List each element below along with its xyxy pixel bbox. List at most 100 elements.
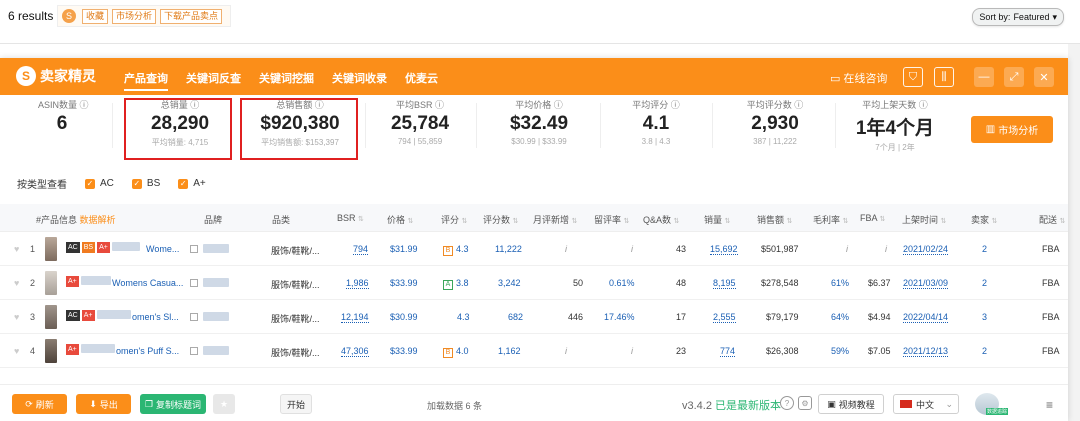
star-button[interactable]: ★ (213, 394, 235, 414)
th-reviews[interactable]: 评分数 ⇅ (483, 213, 518, 226)
nav-keyword-reverse[interactable]: 关键词反查 (186, 70, 241, 86)
th-category: 品类 (272, 215, 291, 225)
filter-aplus-checkbox[interactable]: ✓ A+ (178, 178, 206, 189)
refresh-button[interactable]: ⟳ 刷新 (12, 394, 67, 414)
product-thumbnail[interactable] (45, 339, 57, 363)
sort-select[interactable]: Sort by: Featured ▾ (972, 8, 1064, 26)
online-consult[interactable]: ▭ 在线咨询 (830, 70, 887, 86)
scrollbar[interactable] (1068, 44, 1080, 421)
video-tutorial-button[interactable]: ▣ 视频教程 (818, 394, 884, 414)
sales[interactable]: 2,555 (713, 312, 736, 323)
settings-sliders-icon[interactable]: ⫼ (934, 67, 954, 87)
th-shipping[interactable]: 配送 ⇅ (1039, 213, 1065, 226)
table-row[interactable]: ♥ 4 A+ omen's Puff S... 服饰/鞋靴/... 47,306… (0, 334, 1068, 368)
th-label: 配送 (1039, 215, 1058, 225)
th-sales[interactable]: 销量 ⇅ (704, 213, 730, 226)
stat-sub: 3.8 | 4.3 (641, 137, 671, 146)
expand-icon[interactable]: ⤢ (1004, 67, 1024, 87)
nav-keyword-mining[interactable]: 关键词挖掘 (259, 70, 314, 86)
th-qa[interactable]: Q&A数 ⇅ (643, 213, 679, 226)
sales[interactable]: 774 (720, 346, 736, 357)
listed-date[interactable]: 2022/04/14 (903, 312, 949, 323)
sort-icon: ⇅ (571, 218, 578, 225)
margin: 59% (831, 346, 850, 356)
tag-download-selling-points[interactable]: 下载产品卖点 (160, 8, 223, 24)
th-listed[interactable]: 上架时间 ⇅ (902, 213, 946, 226)
help-icon[interactable]: ? (780, 396, 794, 410)
shipping: FBA (1042, 346, 1060, 356)
th-margin[interactable]: 毛利率 ⇅ (813, 213, 848, 226)
type-filter: 按类型查看 ✓ AC ✓ BS ✓ A+ (17, 176, 206, 191)
reviews: 11,222 (495, 244, 522, 254)
th-bsr[interactable]: BSR ⇅ (337, 213, 364, 223)
product-thumbnail[interactable] (45, 271, 57, 295)
listed-date[interactable]: 2021/02/24 (903, 244, 949, 255)
bsr[interactable]: 47,306 (341, 346, 369, 357)
tag-favorite[interactable]: 收藏 (82, 8, 109, 24)
th-price[interactable]: 价格 ⇅ (387, 213, 413, 226)
revenue: $501,987 (761, 244, 799, 254)
monthly-new: i (565, 346, 567, 356)
retention: i (631, 244, 633, 254)
nav-youmaiyun[interactable]: 优麦云 (405, 70, 438, 86)
fba: $7.05 (868, 346, 891, 356)
table-row[interactable]: ♥ 2 A+ Womens Casua... 服饰/鞋靴/... 1,986 $… (0, 266, 1068, 300)
heart-icon[interactable]: ♥ (14, 312, 19, 322)
filter-icon[interactable]: ⛉ (903, 67, 923, 87)
brand-cell[interactable] (190, 244, 229, 253)
gear-icon[interactable]: ⚙ (798, 396, 812, 410)
tag-market-analysis[interactable]: 市场分析 (112, 8, 157, 24)
listed-date[interactable]: 2021/03/09 (903, 278, 949, 289)
rating: B 4.3 (443, 244, 469, 256)
heart-icon[interactable]: ♥ (14, 278, 19, 288)
bsr[interactable]: 794 (353, 244, 369, 255)
product-title[interactable]: Wome... (146, 244, 179, 254)
product-title[interactable]: omen's Puff S... (116, 346, 179, 356)
th-retention[interactable]: 留评率 ⇅ (594, 213, 629, 226)
copy-title-keywords-button[interactable]: ❐ 复制标题词 (140, 394, 206, 414)
data-analysis-link[interactable]: 数据解析 (80, 215, 116, 225)
th-revenue[interactable]: 销售额 ⇅ (757, 213, 792, 226)
close-icon[interactable]: ✕ (1034, 67, 1054, 87)
th-product[interactable]: #产品信息 数据解析 (36, 213, 116, 226)
th-fba[interactable]: FBA ⇅ (860, 213, 885, 223)
product-title[interactable]: omen's Sl... (132, 312, 179, 322)
stat-value: 25,784 (390, 113, 450, 134)
brand-cell[interactable] (190, 346, 229, 355)
sellers[interactable]: 2 (982, 244, 987, 254)
stat-avg-review-count: 平均评分数 ⓘ 2,930 387 | 11,222 (730, 98, 820, 146)
market-analysis-button[interactable]: ▥ 市场分析 (971, 116, 1053, 143)
product-thumbnail[interactable] (45, 305, 57, 329)
th-label: 销售额 (757, 215, 785, 225)
filter-ac-checkbox[interactable]: ✓ AC (85, 178, 114, 189)
bsr[interactable]: 12,194 (341, 312, 369, 323)
listed-date[interactable]: 2021/12/13 (903, 346, 949, 357)
nav-product-query[interactable]: 产品查询 (124, 70, 168, 91)
brand-cell[interactable] (190, 312, 229, 321)
th-monthly-new[interactable]: 月评新增 ⇅ (533, 213, 577, 226)
bsr[interactable]: 1,986 (346, 278, 369, 289)
product-title[interactable]: Womens Casua... (112, 278, 183, 288)
sales[interactable]: 15,692 (710, 244, 738, 255)
nav-keyword-index[interactable]: 关键词收录 (332, 70, 387, 86)
minimize-icon[interactable]: — (974, 67, 994, 87)
brand-cell[interactable] (190, 278, 229, 287)
sellers[interactable]: 3 (982, 312, 987, 322)
menu-icon[interactable]: ≡ (1046, 398, 1053, 412)
product-thumbnail[interactable] (45, 237, 57, 261)
table-row[interactable]: ♥ 1 AC BS A+ Wome... 服饰/鞋靴/... 794 $31.9… (0, 232, 1068, 266)
table-row[interactable]: ♥ 3 AC A+ omen's Sl... 服饰/鞋靴/... 12,194 … (0, 300, 1068, 334)
th-sellers[interactable]: 卖家 ⇅ (971, 213, 997, 226)
heart-icon[interactable]: ♥ (14, 244, 19, 254)
language-select[interactable]: 中文 ⌄ (893, 394, 959, 414)
info-icon: ⓘ (553, 100, 563, 110)
start-button[interactable]: 开始 (280, 394, 312, 414)
sellers[interactable]: 2 (982, 346, 987, 356)
sales[interactable]: 8,195 (713, 278, 736, 289)
filter-bs-checkbox[interactable]: ✓ BS (131, 178, 160, 189)
export-button[interactable]: ⬇ 导出 (76, 394, 131, 414)
sellers[interactable]: 2 (982, 278, 987, 288)
heart-icon[interactable]: ♥ (14, 346, 19, 356)
sort-value: Featured (1013, 12, 1050, 22)
th-rating[interactable]: 评分 ⇅ (441, 213, 467, 226)
